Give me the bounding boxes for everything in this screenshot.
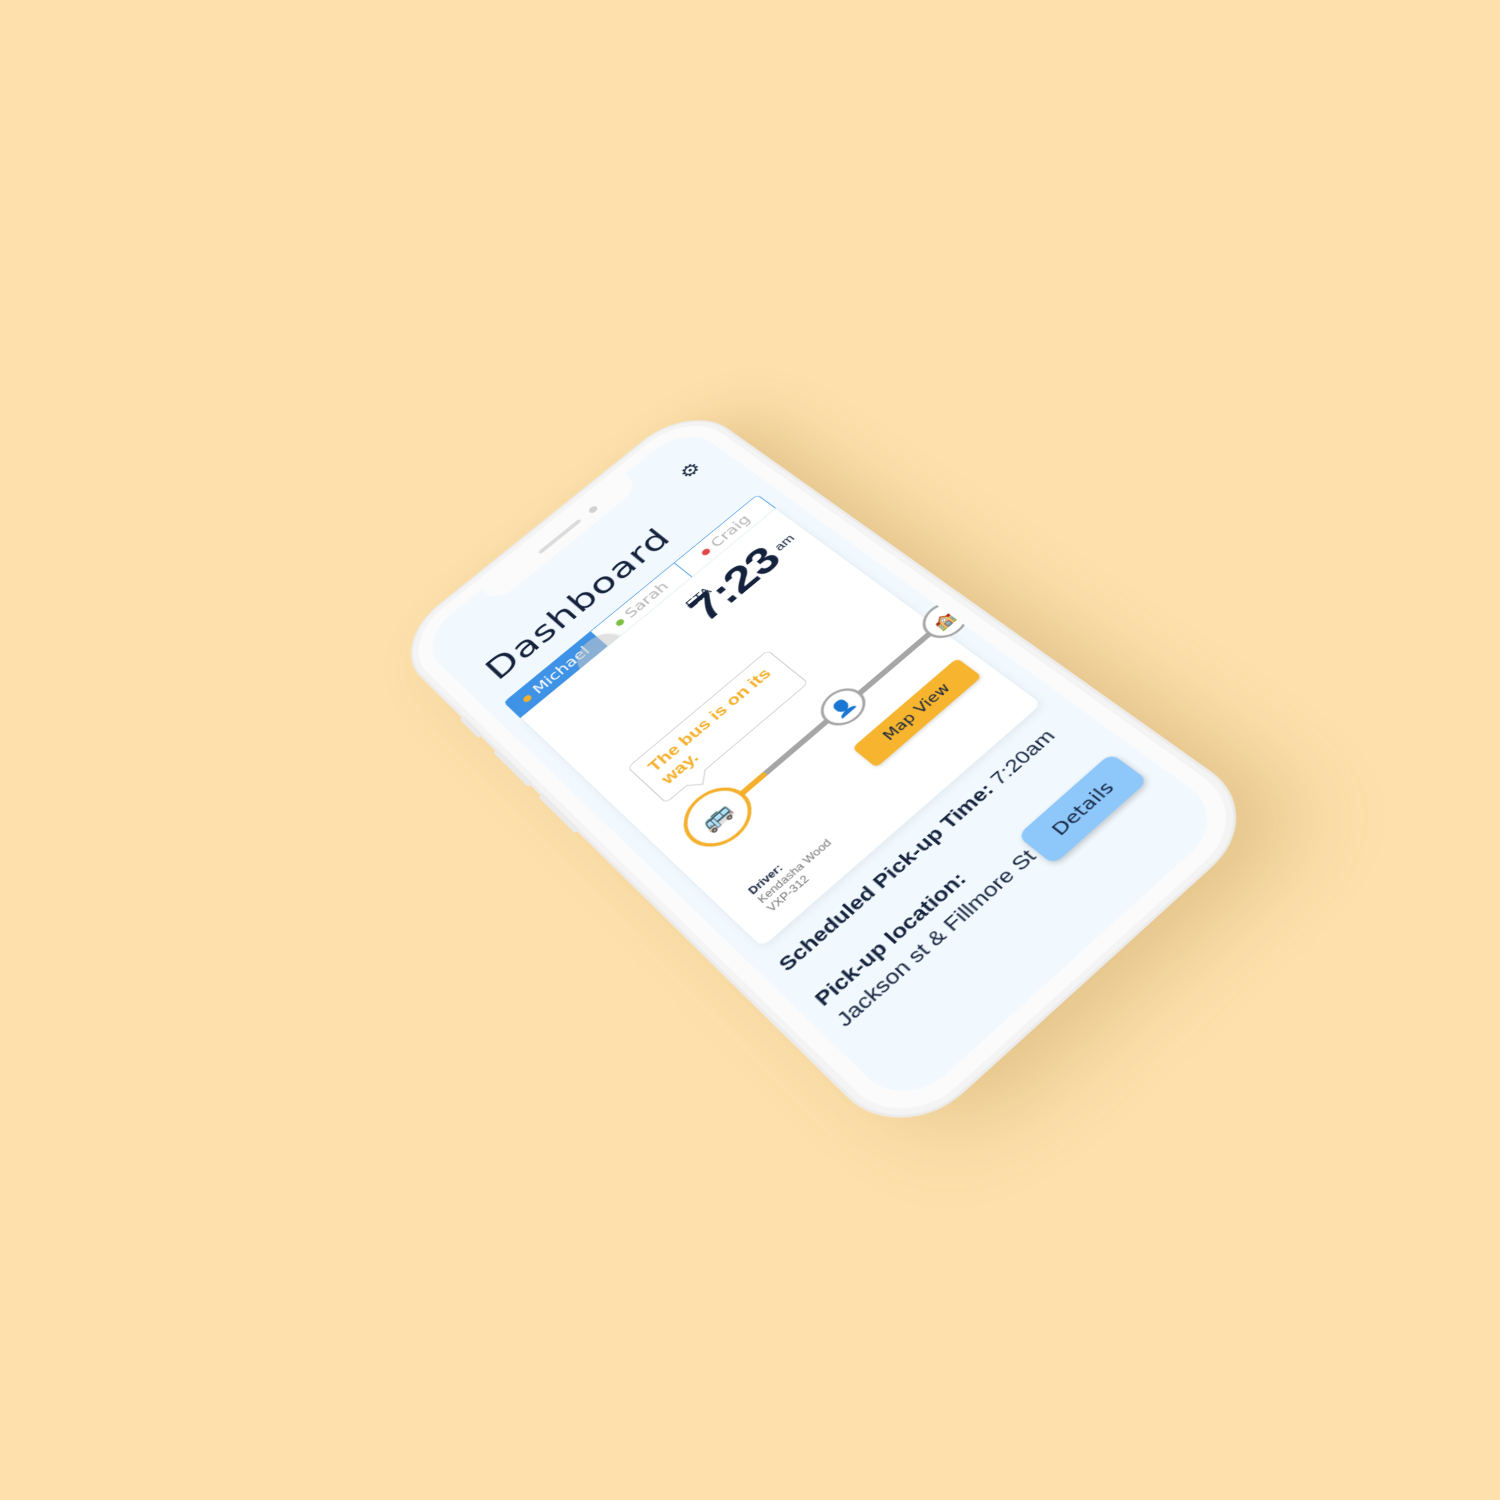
volume-down-button bbox=[538, 793, 579, 833]
eta-suffix: am bbox=[772, 533, 798, 553]
stage: ⚙ Dashboard Michael Sarah Craig ETA 7:23… bbox=[0, 0, 1500, 1500]
details-button[interactable]: Details bbox=[1017, 753, 1148, 865]
pickup-location-value: Jackson st & Fillmore St bbox=[832, 846, 1042, 1032]
camera bbox=[587, 505, 599, 514]
driver-info: Driver: Kendasha Wood VXP-312 bbox=[746, 829, 844, 915]
status-dot bbox=[522, 693, 533, 703]
screen: ⚙ Dashboard Michael Sarah Craig ETA 7:23… bbox=[417, 424, 1231, 1112]
status-dot bbox=[700, 547, 711, 556]
gear-icon[interactable]: ⚙ bbox=[674, 458, 707, 484]
status-dot bbox=[614, 618, 625, 627]
volume-up-button bbox=[493, 749, 532, 787]
mute-switch bbox=[460, 716, 483, 738]
phone-frame: ⚙ Dashboard Michael Sarah Craig ETA 7:23… bbox=[391, 405, 1265, 1145]
status-bubble: The bus is on its way. bbox=[627, 650, 808, 804]
speaker bbox=[538, 519, 582, 554]
map-view-button[interactable]: Map View bbox=[852, 658, 982, 768]
